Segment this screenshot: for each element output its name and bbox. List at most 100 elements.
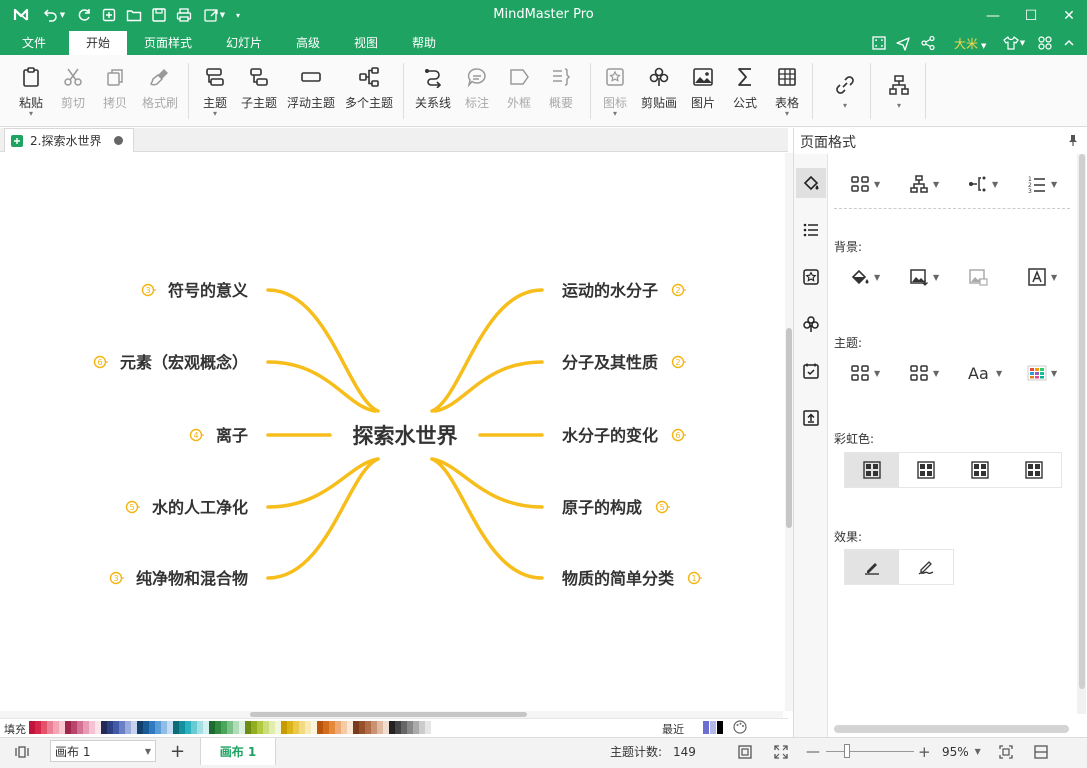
redo-icon[interactable] xyxy=(75,6,93,24)
left-topic[interactable]: 水的人工净化 xyxy=(152,498,248,517)
icon-button[interactable]: 图标 ▾ xyxy=(600,61,630,121)
open-folder-icon[interactable] xyxy=(125,6,143,24)
picture-button[interactable]: 图片 xyxy=(688,61,718,121)
zoom-slider-thumb[interactable] xyxy=(844,744,850,758)
right-topic[interactable]: 原子的构成 xyxy=(562,498,642,517)
fullscreen-view-icon[interactable] xyxy=(773,738,791,765)
topic-button[interactable]: 主题 ▾ xyxy=(200,61,230,121)
effect-option-handdrawn[interactable] xyxy=(899,550,953,584)
recent-color-swatches[interactable] xyxy=(703,721,724,734)
color-swatches[interactable] xyxy=(29,721,437,734)
copy-button[interactable]: 拷贝 xyxy=(100,61,130,121)
rainbow-option-2[interactable] xyxy=(899,453,953,487)
panel-vertical-scrollbar[interactable] xyxy=(1077,154,1086,714)
background-image-dropdown[interactable]: ▼ xyxy=(909,265,939,289)
topic-count-badge-icon[interactable]: 3 xyxy=(109,571,124,585)
tab-page-style[interactable]: 页面样式 xyxy=(136,31,200,55)
color-swatch[interactable] xyxy=(431,721,437,734)
rainbow-option-1[interactable] xyxy=(845,453,899,487)
task-tab[interactable] xyxy=(796,356,826,386)
topic-count-badge-icon[interactable]: 2 xyxy=(671,355,687,369)
clipart-button[interactable]: 剪贴画 xyxy=(640,61,678,121)
subtopic-button[interactable]: 子主题 xyxy=(240,61,278,121)
export-tab[interactable] xyxy=(796,403,826,433)
fit-width-icon[interactable] xyxy=(998,738,1016,765)
right-topic[interactable]: 水分子的变化 xyxy=(562,426,658,445)
topic-count-badge-icon[interactable]: 4 xyxy=(189,428,204,442)
tab-help[interactable]: 帮助 xyxy=(398,31,450,55)
tab-view[interactable]: 视图 xyxy=(340,31,392,55)
effect-option-normal[interactable] xyxy=(845,550,899,584)
clipart-tab[interactable] xyxy=(796,309,826,339)
share-icon[interactable] xyxy=(919,34,937,52)
palette-icon[interactable] xyxy=(733,720,747,734)
theme-font-dropdown[interactable]: Aa ▼ xyxy=(968,361,1002,385)
mindmap-canvas[interactable]: 探索水世界 符号的意义 3 元素（宏观概念） 6 离子 4 水的人工净化 5 纯净物和混合物 3 运动… xyxy=(0,153,783,711)
tab-slideshow[interactable]: 幻灯片 xyxy=(214,31,274,55)
topic-count-badge-icon[interactable]: 6 xyxy=(93,355,108,369)
multiple-topics-button[interactable]: 多个主题 xyxy=(344,61,394,121)
tab-home[interactable]: 开始 xyxy=(69,31,127,55)
right-topic[interactable]: 运动的水分子 xyxy=(562,281,658,300)
callout-button[interactable]: 标注 xyxy=(462,61,492,121)
right-topic[interactable]: 物质的简单分类 xyxy=(562,569,675,588)
save-icon[interactable] xyxy=(150,6,168,24)
topic-count-badge-icon[interactable]: 5 xyxy=(655,500,671,514)
tab-advanced[interactable]: 高级 xyxy=(282,31,334,55)
export-icon[interactable]: ▼ xyxy=(200,6,228,24)
topic-count-badge-icon[interactable]: 2 xyxy=(671,283,687,297)
topic-count-badge-icon[interactable]: 6 xyxy=(671,428,687,442)
add-canvas-button[interactable]: + xyxy=(170,738,188,765)
page-format-tab[interactable] xyxy=(796,168,826,198)
apps-grid-icon[interactable] xyxy=(1036,34,1054,52)
close-button[interactable]: ✕ xyxy=(1046,0,1087,31)
relationship-button[interactable]: 关系线 xyxy=(414,61,452,121)
panel-scroll-thumb[interactable] xyxy=(1079,154,1085,689)
send-icon[interactable] xyxy=(894,34,912,52)
collapse-ribbon-icon[interactable] xyxy=(1060,34,1078,52)
theme-dropdown[interactable]: ▼ xyxy=(850,361,880,385)
canvas-vertical-scrollbar[interactable] xyxy=(785,153,793,711)
print-icon[interactable] xyxy=(175,6,193,24)
tab-file[interactable]: 文件 xyxy=(10,31,58,55)
right-topic[interactable]: 分子及其性质 xyxy=(562,353,658,372)
left-topic[interactable]: 离子 xyxy=(216,426,248,445)
fullscreen-icon[interactable] xyxy=(870,34,888,52)
paste-button[interactable]: 粘贴 ▾ xyxy=(16,61,46,121)
panel-horizontal-scrollbar[interactable] xyxy=(834,725,1069,733)
left-topic[interactable]: 元素（宏观概念） xyxy=(120,353,248,372)
customize-quick-access-icon[interactable]: ▾ xyxy=(232,6,244,24)
horizontal-scroll-thumb[interactable] xyxy=(250,712,527,717)
topic-count-badge-icon[interactable]: 3 xyxy=(141,283,156,297)
pin-icon[interactable] xyxy=(1067,134,1079,146)
undo-icon[interactable]: ▼ xyxy=(40,6,68,24)
remove-background-button[interactable] xyxy=(968,265,988,289)
structure-dropdown[interactable]: ▼ xyxy=(909,172,939,196)
rainbow-option-3[interactable] xyxy=(953,453,1007,487)
layout-style-dropdown[interactable]: ▼ xyxy=(850,172,880,196)
canvas-select[interactable]: 画布 1 ▼ xyxy=(50,740,156,762)
numbering-dropdown[interactable]: 1 2 3 ▼ xyxy=(1027,172,1057,196)
new-document-icon[interactable] xyxy=(100,6,118,24)
connector-dropdown[interactable]: ▼ xyxy=(968,172,998,196)
skin-icon[interactable]: ▼ xyxy=(1000,34,1028,52)
unsaved-dot-icon[interactable] xyxy=(114,136,123,145)
mindmap-svg[interactable]: 探索水世界 符号的意义 3 元素（宏观概念） 6 离子 4 水的人工净化 5 纯净物和混合物 3 运动… xyxy=(0,153,783,711)
formula-button[interactable]: 公式 xyxy=(730,61,760,121)
boundary-button[interactable]: 外框 xyxy=(504,61,534,121)
fit-page-icon[interactable] xyxy=(737,738,755,765)
icons-tab[interactable] xyxy=(796,262,826,292)
zoom-in-button[interactable]: + xyxy=(918,738,931,765)
watermark-dropdown[interactable]: ▼ xyxy=(1027,265,1057,289)
format-painter-button[interactable]: 格式刷 xyxy=(138,61,182,121)
central-topic[interactable]: 探索水世界 xyxy=(353,424,458,448)
left-topic[interactable]: 符号的意义 xyxy=(168,281,248,300)
collapse-panel-icon[interactable] xyxy=(1033,738,1051,765)
cut-button[interactable]: 剪切 xyxy=(58,61,88,121)
background-color-dropdown[interactable]: ▼ xyxy=(850,265,880,289)
left-topic[interactable]: 纯净物和混合物 xyxy=(136,569,248,588)
canvas-tab[interactable]: 画布 1 xyxy=(200,738,276,765)
page-list-icon[interactable] xyxy=(14,738,36,765)
zoom-slider[interactable] xyxy=(826,738,914,765)
user-name[interactable]: 大米 ▼ xyxy=(954,35,986,52)
